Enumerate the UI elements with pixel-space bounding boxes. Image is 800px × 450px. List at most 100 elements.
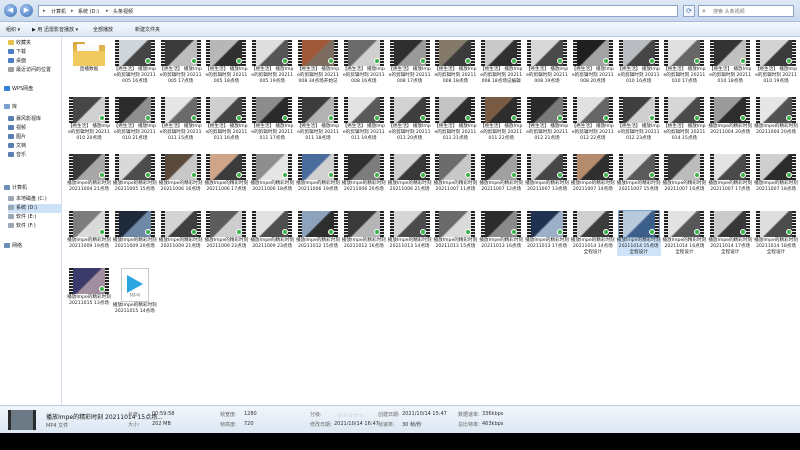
- file-item[interactable]: 播放Impe的精彩时刻 20211007 12点场: [479, 154, 523, 206]
- breadcrumb-folder[interactable]: 头条视频: [113, 8, 133, 15]
- open-with-button[interactable]: ▶ 用 迅雷影音播放 ▾: [32, 26, 78, 33]
- file-item[interactable]: 播放Impe的精彩时刻 20211007 15点场: [617, 154, 661, 206]
- file-item[interactable]: 【癌生活】 播放Impe的剪辑时刻 20211014 15点场: [662, 97, 706, 149]
- file-item[interactable]: 播放Impe的精彩时刻 20211006 20点场: [342, 154, 386, 206]
- file-item[interactable]: 播放Impe的精彩时刻 20211013 16点场: [479, 211, 523, 263]
- file-item[interactable]: 播放Impe的精彩时刻 20211006 21点场: [388, 154, 432, 206]
- file-item[interactable]: 【癌生活】 播放Impe的剪辑时刻 20211008 17点场: [388, 40, 432, 92]
- sidebar-item[interactable]: 系统 (D:): [8, 204, 62, 213]
- rating-stars[interactable]: ☆☆☆☆☆: [337, 412, 364, 419]
- file-item[interactable]: 播放Impe的精彩时刻 20211009 21点场: [159, 211, 203, 263]
- file-item[interactable]: 【癌生活】 播放Impe的剪辑时刻 20211011 17点场: [250, 97, 294, 149]
- file-item[interactable]: 【癌生活】 播放Impe的剪辑时刻 20211011 20点场: [388, 97, 432, 149]
- file-item[interactable]: 播放Impe的精彩时刻 20211006 19点场: [296, 154, 340, 206]
- file-item[interactable]: 【癌生活】 播放Impe的剪辑时刻 20211011 16点场: [204, 97, 248, 149]
- file-item[interactable]: 【癌生活】 播放Impe的剪辑时刻 20211008 16点场: [342, 40, 386, 92]
- sidebar-item[interactable]: 库: [4, 103, 58, 112]
- file-item[interactable]: 【癌生活】 播放Impe的剪辑时刻 20211008 34点场开始记: [296, 40, 340, 92]
- file-name: 【癌生活】 播放Impe的剪辑时刻 20211011 20点场: [388, 124, 431, 141]
- sidebar-item[interactable]: 收藏夹: [8, 39, 62, 48]
- file-item[interactable]: MP4 播放Impe的精彩时刻 20211015 14点场: [113, 268, 157, 320]
- file-item[interactable]: 【癌生活】 播放Impe的剪辑时刻 20211012 23点场: [617, 97, 661, 149]
- file-item[interactable]: 播放Impe的精彩时刻 20211013 14点场: [388, 211, 432, 263]
- sidebar-item[interactable]: 计算机: [4, 184, 58, 193]
- file-item[interactable]: 播放Impe的精彩时刻 20211004 20点场: [754, 97, 798, 149]
- sidebar-item[interactable]: 最近访问的位置: [8, 66, 62, 75]
- file-item[interactable]: 播放Impe的精彩时刻 20211015 13点场: [67, 268, 111, 320]
- new-folder-button[interactable]: 新建文件夹: [135, 26, 160, 33]
- file-item[interactable]: 播放Impe的精彩时刻 20211007 11点场: [433, 154, 477, 206]
- sidebar-item[interactable]: 暴风影视库: [8, 115, 62, 124]
- file-item[interactable]: 播放Impe的精彩时刻 20211009 22点场: [204, 211, 248, 263]
- file-item[interactable]: 【癌生活】 播放Impe的剪辑时刻 20211010 16点场: [617, 40, 661, 92]
- file-item[interactable]: 播放Impe的精彩时刻 20211009 23点场: [250, 211, 294, 263]
- search-input[interactable]: ⌕ 搜索 头条视频: [698, 5, 794, 17]
- sidebar-item[interactable]: 本地磁盘 (C:): [8, 195, 62, 204]
- sidebar-item[interactable]: 下载: [8, 48, 62, 57]
- sidebar-item[interactable]: WPS网盘: [4, 85, 58, 94]
- file-item[interactable]: 播放Impe的精彩时刻 20211013 17点场: [525, 211, 569, 263]
- breadcrumb-computer[interactable]: 计算机: [51, 8, 66, 15]
- file-item[interactable]: 【癌生活】 播放Impe的剪辑时刻 20211010 18点场: [708, 40, 752, 92]
- sidebar-item[interactable]: 文档: [8, 142, 62, 151]
- file-item[interactable]: 播放Impe的精彩时刻 20211009 19点场: [67, 211, 111, 263]
- details-field-value: 2021/10/14 15:47: [402, 411, 447, 417]
- organize-button[interactable]: 组织 ▾: [6, 26, 20, 33]
- file-item[interactable]: 播放Impe的精彩时刻 20211014 17点场全程设计: [708, 211, 752, 263]
- file-item[interactable]: 【癌生活】 播放Impe的剪辑时刻 20211011 22点场: [479, 97, 523, 149]
- file-item[interactable]: 【癌生活】 播放Impe的剪辑时刻 20211010 21点场: [113, 97, 157, 149]
- file-item[interactable]: 播放Impe的精彩时刻 20211014 18点场全程设计: [754, 211, 798, 263]
- file-item[interactable]: 播放Impe的精彩时刻 20211005 15点场: [113, 154, 157, 206]
- refresh-icon[interactable]: ⟳: [683, 5, 695, 17]
- file-item[interactable]: 【癌生活】 播放Impe的剪辑时刻 20211005 19点场: [250, 40, 294, 92]
- file-item[interactable]: 【癌生活】 播放Impe的剪辑时刻 20211005 16点场: [113, 40, 157, 92]
- file-item[interactable]: 播放Impe的精彩时刻 20211007 13点场: [525, 154, 569, 206]
- file-item[interactable]: 播放Impe的精彩时刻 20211004 20点场: [708, 97, 752, 149]
- file-item[interactable]: 【癌生活】 播放Impe的剪辑时刻 20211008 18点场: [433, 40, 477, 92]
- sidebar-item[interactable]: 桌面: [8, 57, 62, 66]
- file-item[interactable]: 【癌生活】 播放Impe的剪辑时刻 20211008 18点场记编辑: [479, 40, 523, 92]
- file-item[interactable]: 播放Impe的精彩时刻 20211014 14点场全程设计: [571, 211, 615, 263]
- file-item[interactable]: 播放Impe的精彩时刻 20211007 17点场: [708, 154, 752, 206]
- file-item[interactable]: 播放Impe的精彩时刻 20211007 18点场: [754, 154, 798, 206]
- file-item[interactable]: 【癌生活】 播放Impe的剪辑时刻 20211010 17点场: [662, 40, 706, 92]
- sidebar-item[interactable]: 视频: [8, 124, 62, 133]
- back-icon[interactable]: ◀: [4, 4, 17, 17]
- file-item[interactable]: 【癌生活】 播放Impe的剪辑时刻 20211008 19点场: [525, 40, 569, 92]
- file-item[interactable]: 【癌生活】 播放Impe的剪辑时刻 20211010 20点场: [67, 97, 111, 149]
- file-item[interactable]: 播放Impe的精彩时刻 20211012 15点场: [296, 211, 340, 263]
- file-item[interactable]: 播放Impe的精彩时刻 20211014 16点场全程设计: [662, 211, 706, 263]
- sidebar-item[interactable]: 音乐: [8, 151, 62, 160]
- file-item[interactable]: 播放Impe的精彩时刻 20211013 15点场: [433, 211, 477, 263]
- file-item[interactable]: 【癌生活】 播放Impe的剪辑时刻 20211010 19点场: [754, 40, 798, 92]
- sidebar-item[interactable]: 软件 (E:): [8, 213, 62, 222]
- folder-item[interactable]: 直播数据: [67, 40, 111, 92]
- file-item[interactable]: 【癌生活】 播放Impe的剪辑时刻 20211011 18点场: [296, 97, 340, 149]
- file-item[interactable]: 【癌生活】 播放Impe的剪辑时刻 20211011 21点场: [433, 97, 477, 149]
- file-item[interactable]: 播放Impe的精彩时刻 20211006 17点场: [204, 154, 248, 206]
- film-strip-icon: [756, 211, 760, 237]
- file-item[interactable]: 播放Impe的精彩时刻 20211007 16点场: [662, 154, 706, 206]
- forward-icon[interactable]: ▶: [20, 4, 33, 17]
- file-item[interactable]: 播放Impe的精彩时刻 20211007 14点场: [571, 154, 615, 206]
- address-input[interactable]: ▸ 计算机 ▸ 系统 (D:) ▸ 头条视频: [38, 5, 678, 17]
- file-item[interactable]: 【癌生活】 播放Impe的剪辑时刻 20211012 21点场: [525, 97, 569, 149]
- play-all-button[interactable]: 全部播放: [93, 26, 113, 33]
- file-item[interactable]: 播放Impe的精彩时刻 20211006 16点场: [159, 154, 203, 206]
- film-strip-icon: [288, 97, 293, 123]
- file-item[interactable]: 【癌生活】 播放Impe的剪辑时刻 20211005 17点场: [159, 40, 203, 92]
- sidebar-item[interactable]: 软件 (F:): [8, 222, 62, 231]
- file-item[interactable]: 播放Impe的精彩时刻 20211014 15点场全程设计: [616, 210, 661, 263]
- file-item[interactable]: 播放Impe的精彩时刻 20211009 20点场: [113, 211, 157, 263]
- file-item[interactable]: 播放Impe的精彩时刻 20211012 16点场: [342, 211, 386, 263]
- file-item[interactable]: 【癌生活】 播放Impe的剪辑时刻 20211012 22点场: [571, 97, 615, 149]
- file-item[interactable]: 【癌生活】 播放Impe的剪辑时刻 20211005 18点场: [204, 40, 248, 92]
- sidebar-item[interactable]: 网络: [4, 242, 58, 251]
- file-item[interactable]: 【癌生活】 播放Impe的剪辑时刻 20211011 19点场: [342, 97, 386, 149]
- file-item[interactable]: 播放Impe的精彩时刻 20211004 21点场: [67, 154, 111, 206]
- file-item[interactable]: 【癌生活】 播放Impe的剪辑时刻 20211011 15点场: [159, 97, 203, 149]
- sidebar-item[interactable]: 图片: [8, 133, 62, 142]
- breadcrumb-drive[interactable]: 系统 (D:): [78, 8, 99, 15]
- file-item[interactable]: 【癌生活】 播放Impe的剪辑时刻 20211008 20点场: [571, 40, 615, 92]
- file-item[interactable]: 播放Impe的精彩时刻 20211006 18点场: [250, 154, 294, 206]
